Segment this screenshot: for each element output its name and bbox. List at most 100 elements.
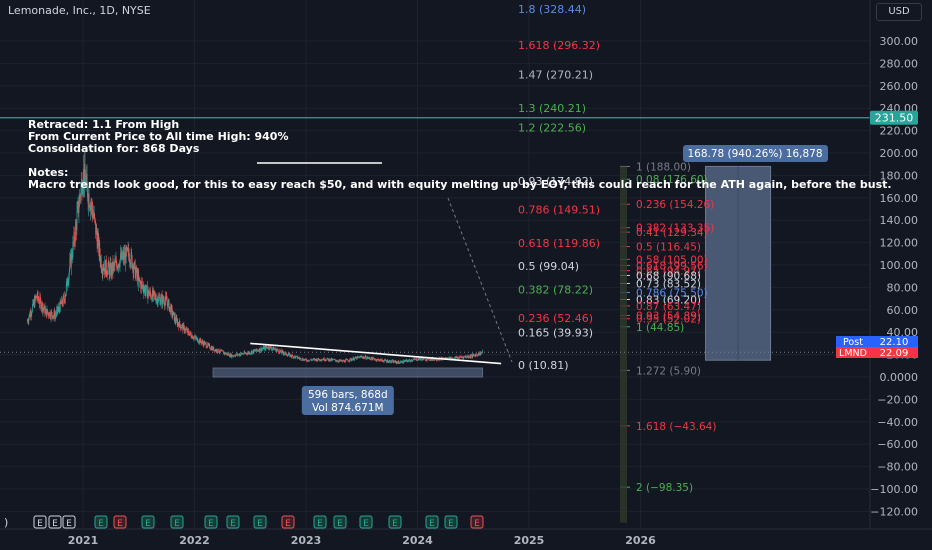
currency-button[interactable]: USD: [876, 3, 922, 21]
candle-body: [51, 312, 53, 316]
fib-level-label: 0.5 (99.04): [518, 260, 579, 273]
time-axis[interactable]: 2021 2022 2023 2024 2025 2026: [0, 528, 932, 547]
earnings-marker-label: E: [337, 519, 343, 529]
earnings-marker-label: E: [66, 519, 72, 529]
candle-body: [47, 309, 48, 313]
candle-body: [74, 224, 76, 242]
y-tick-label: 260.00: [880, 80, 919, 93]
fib-level-label: 1.47 (270.21): [518, 68, 593, 81]
candle-body: [76, 212, 78, 231]
earnings-marker-label: E: [317, 519, 323, 529]
y-tick-label: 300.00: [880, 35, 919, 48]
y-tick-label: 80.00: [887, 281, 919, 294]
fib-level-label-2: 1.618 (−43.64): [636, 421, 716, 433]
candle-body: [277, 349, 279, 351]
fib-band: [620, 166, 627, 523]
price-label-value: 22.09: [880, 348, 909, 359]
candle-body: [78, 206, 80, 213]
candle-body: [334, 359, 336, 361]
y-tick-label: −100.00: [870, 483, 918, 496]
earnings-marker-label: E: [392, 519, 398, 529]
price-label-name: Post: [843, 337, 863, 348]
range-measure-box: [212, 367, 484, 378]
note-line-6: Macro trends look good, for this to easy…: [28, 178, 892, 191]
range-label-line-1: 596 bars, 868d: [308, 389, 388, 401]
candle-body: [179, 321, 181, 326]
candle-body: [138, 274, 140, 280]
fib-level-label: 1.3 (240.21): [518, 102, 586, 115]
x-tick-label: 2022: [179, 534, 210, 547]
y-tick-label: −60.00: [877, 438, 918, 451]
y-tick-label: 120.00: [880, 237, 919, 250]
candle-body: [45, 309, 46, 314]
price-chart[interactable]: 596 bars, 868dVol 874.671M168.78 (940.26…: [0, 0, 932, 550]
candle-body: [216, 349, 218, 352]
candle-body: [64, 296, 66, 302]
x-tick-label: 2025: [514, 534, 545, 547]
candle-body: [166, 300, 168, 303]
note-line-3: Consolidation for: 868 Days: [28, 142, 200, 155]
earnings-marker-label: E: [474, 519, 480, 529]
y-tick-label: 60.00: [887, 304, 919, 317]
earnings-marker-label: E: [145, 519, 151, 529]
earnings-marker-label: E: [448, 519, 454, 529]
y-tick-label: 140.00: [880, 214, 919, 227]
earnings-marker-label: E: [257, 519, 263, 529]
fib-level-label-2: 1.272 (5.90): [636, 365, 701, 377]
candle-body: [327, 358, 329, 359]
candle-body: [389, 360, 391, 363]
notes-annotation: Retraced: 1.1 From High From Current Pri…: [28, 119, 892, 191]
y-tick-label: 0.0000: [880, 371, 919, 384]
x-tick-label: 2024: [402, 534, 433, 547]
price-label-value: 22.10: [880, 337, 909, 348]
fib-level-label-2: 1 (44.85): [636, 322, 684, 334]
x-tick-label: 2023: [291, 534, 322, 547]
fib-level-label-2: 2 (−98.35): [636, 482, 693, 494]
candle-body: [217, 348, 219, 353]
tradingview-logo-icon: ): [4, 516, 8, 529]
fib-level-label: 0.786 (149.51): [518, 204, 600, 217]
candle-body: [470, 355, 472, 358]
projection-dashed-line: [447, 197, 513, 363]
fib-level-label: 0.618 (119.86): [518, 237, 600, 250]
candle-body: [407, 360, 409, 362]
earnings-marker-label: E: [363, 519, 369, 529]
y-tick-label: −120.00: [870, 505, 918, 518]
x-tick-label: 2021: [68, 534, 99, 547]
earnings-marker-label: E: [98, 519, 104, 529]
fib-level-label-2: 0.5 (116.45): [636, 242, 701, 254]
candle-body: [481, 350, 483, 353]
candle-body: [409, 360, 411, 362]
y-tick-label: 280.00: [880, 57, 919, 70]
fib-level-label-2: 0.236 (154.26): [636, 199, 714, 211]
fib-level-label: 0.165 (39.93): [518, 326, 593, 339]
candle-body: [160, 296, 162, 303]
fib-level-label: 0 (10.81): [518, 359, 569, 372]
y-tick-label: 100.00: [880, 259, 919, 272]
fib-level-labels: 1.8 (328.44) 1.618 (296.32) 1.47 (270.21) 1…: [518, 3, 716, 494]
y-tick-label: −80.00: [877, 461, 918, 474]
fib-level-label-2: 0.41 (129.34): [636, 227, 708, 239]
event-markers: E E E E E E E E E E E E E E E E E E): [4, 515, 484, 529]
earnings-marker-label: E: [37, 519, 43, 529]
earnings-marker-label: E: [208, 519, 214, 529]
y-tick-label: 160.00: [880, 192, 919, 205]
fib-level-label: 0.382 (78.22): [518, 283, 593, 296]
fib-level-label: 1.8 (328.44): [518, 3, 586, 16]
earnings-marker-label: E: [52, 519, 58, 529]
fib-level-label: 0.236 (52.46): [518, 312, 593, 325]
candle-body: [88, 193, 90, 207]
x-tick-label: 2026: [625, 534, 656, 547]
candle-body: [94, 218, 96, 221]
y-tick-label: −20.00: [877, 393, 918, 406]
earnings-marker-label: E: [230, 519, 236, 529]
fib-level-label: 1.618 (296.32): [518, 39, 600, 52]
range-label-line-2: Vol 874.671M: [312, 402, 384, 414]
candle-body: [401, 361, 403, 363]
earnings-marker-label: E: [285, 519, 291, 529]
earnings-marker-label: E: [174, 519, 180, 529]
price-label-name: LMND: [839, 348, 867, 359]
earnings-marker-label: E: [117, 519, 123, 529]
y-tick-label: −40.00: [877, 416, 918, 429]
chart-title: Lemonade, Inc., 1D, NYSE: [8, 4, 151, 17]
